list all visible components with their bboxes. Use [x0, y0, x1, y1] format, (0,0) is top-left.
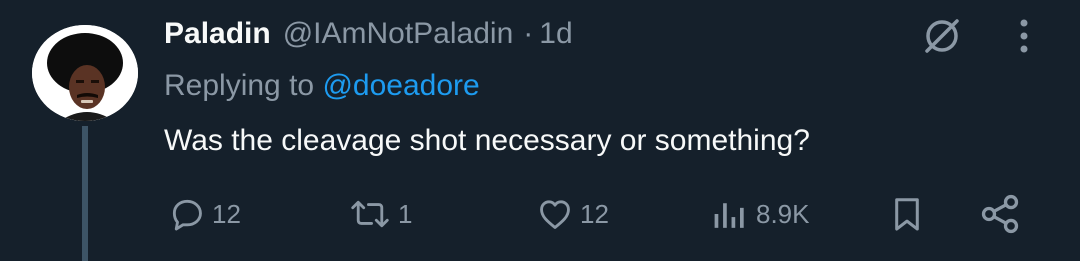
views-chart-icon: [714, 203, 744, 228]
more-vertical-icon[interactable]: [1006, 14, 1042, 58]
reply-icon: [172, 199, 202, 231]
retweet-icon: [351, 200, 389, 228]
tweet-card[interactable]: Paladin @IAmNotPaladin · 1d Replying to …: [0, 0, 1080, 261]
replying-to-mention[interactable]: @doeadore: [322, 69, 479, 102]
tweet-text: Was the cleavage shot necessary or somet…: [164, 124, 810, 157]
avatar[interactable]: [32, 25, 138, 121]
views-button[interactable]: 8.9K: [710, 188, 810, 240]
reply-button[interactable]: 12: [168, 188, 241, 240]
bookmark-icon: [895, 198, 919, 231]
display-name[interactable]: Paladin: [164, 14, 271, 54]
like-count: 12: [580, 198, 609, 229]
share-button[interactable]: [978, 188, 1022, 240]
grok-icon[interactable]: [918, 14, 966, 58]
reply-count: 12: [212, 198, 241, 229]
avatar-image: [32, 25, 138, 121]
replying-to-label: Replying to: [164, 69, 323, 102]
retweet-button[interactable]: 1: [348, 188, 412, 240]
heart-icon: [540, 200, 570, 229]
tweet-header: Paladin @IAmNotPaladin · 1d: [164, 14, 573, 54]
separator-dot: ·: [523, 17, 534, 50]
timestamp[interactable]: 1d: [539, 14, 572, 54]
views-count: 8.9K: [756, 198, 810, 229]
share-icon: [981, 194, 1019, 234]
like-button[interactable]: 12: [536, 188, 609, 240]
bookmark-button[interactable]: [888, 188, 926, 240]
replying-to: Replying to @doeadore: [164, 66, 480, 106]
action-bar: 12 1 12 8.9K: [0, 188, 1080, 240]
user-handle[interactable]: @IAmNotPaladin: [283, 14, 514, 54]
retweet-count: 1: [398, 198, 413, 229]
